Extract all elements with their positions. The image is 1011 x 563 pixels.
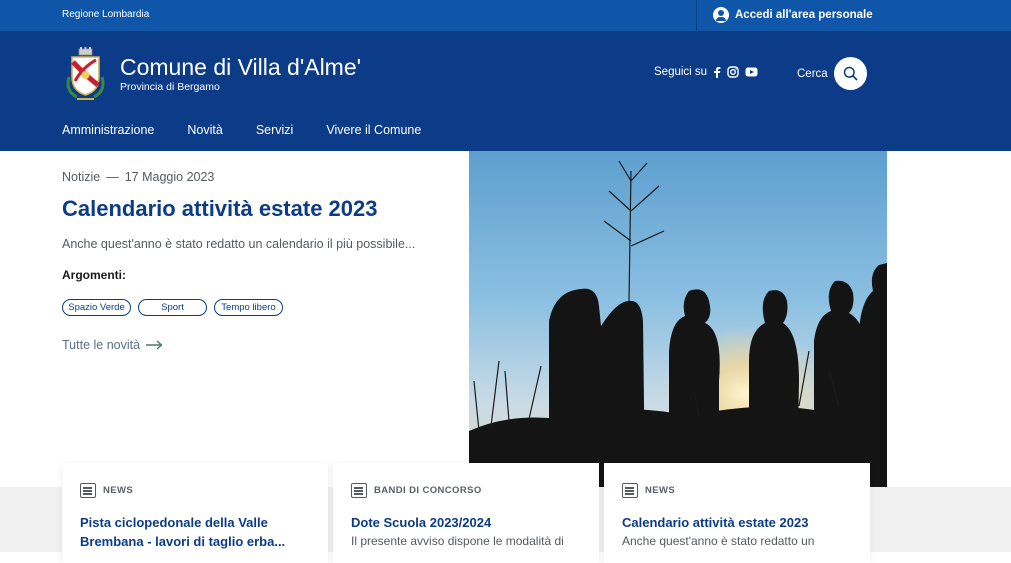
user-icon [713, 7, 729, 23]
nav-item-novita[interactable]: Novità [187, 123, 222, 137]
facebook-icon[interactable] [713, 66, 721, 78]
instagram-icon[interactable] [727, 66, 739, 78]
document-icon [80, 483, 96, 498]
topic-chips: Spazio Verde Sport Tempo libero [62, 299, 283, 316]
all-news-label: Tutte le novità [62, 338, 141, 352]
hero-category[interactable]: Notizie [62, 170, 100, 184]
card-text: Il presente avviso dispone le modalità d… [351, 534, 564, 548]
card-category: NEWS [622, 483, 675, 498]
card-title[interactable]: Dote Scuola 2023/2024 [351, 513, 581, 532]
crest-logo-icon[interactable] [63, 47, 108, 102]
card-title[interactable]: Pista ciclopedonale della Valle Brembana… [80, 513, 310, 551]
social-links: Seguici su [654, 66, 758, 78]
top-bar: Regione Lombardia Accedi all'area person… [0, 0, 1011, 31]
topbar-divider [696, 0, 697, 31]
hero-meta: Notizie — 17 Maggio 2023 [62, 170, 214, 184]
hero-title[interactable]: Calendario attività estate 2023 [62, 196, 377, 222]
news-card[interactable]: BANDI DI CONCORSO Dote Scuola 2023/2024 … [333, 463, 599, 563]
site-header: Comune di Villa d'Alme' Provincia di Ber… [0, 31, 1011, 151]
news-card[interactable]: NEWS Calendario attività estate 2023 Anc… [604, 463, 870, 563]
region-link[interactable]: Regione Lombardia [62, 9, 149, 20]
nav-item-servizi[interactable]: Servizi [256, 123, 294, 137]
card-category-label: BANDI DI CONCORSO [374, 485, 482, 496]
arrow-right-icon [146, 340, 163, 350]
hero-text: Anche quest'anno è stato redatto un cale… [62, 237, 416, 251]
topic-chip-tempo-libero[interactable]: Tempo libero [214, 299, 283, 316]
site-subtitle: Provincia di Bergamo [120, 81, 220, 93]
youtube-icon[interactable] [745, 67, 758, 77]
document-icon [622, 483, 638, 498]
site-title[interactable]: Comune di Villa d'Alme' [120, 54, 361, 81]
login-label: Accedi all'area personale [735, 9, 873, 21]
nav-item-vivere-il-comune[interactable]: Vivere il Comune [326, 123, 421, 137]
nav-item-amministrazione[interactable]: Amministrazione [62, 123, 154, 137]
hero-date: 17 Maggio 2023 [124, 170, 215, 184]
all-news-link[interactable]: Tutte le novità [62, 338, 163, 352]
card-text: Anche quest'anno è stato redatto un [622, 534, 815, 548]
search-label[interactable]: Cerca [797, 68, 828, 80]
card-title[interactable]: Calendario attività estate 2023 [622, 513, 852, 532]
news-card[interactable]: NEWS Pista ciclopedonale della Valle Bre… [62, 463, 328, 563]
search-button[interactable] [834, 57, 867, 90]
card-category-label: NEWS [103, 485, 134, 496]
hero-image [469, 151, 887, 487]
document-icon [351, 483, 367, 498]
topics-label: Argomenti: [62, 268, 126, 282]
card-category: NEWS [80, 483, 133, 498]
search-icon [843, 66, 858, 81]
main-nav: Amministrazione Novità Servizi Vivere il… [62, 123, 454, 137]
topic-chip-spazio-verde[interactable]: Spazio Verde [62, 299, 131, 316]
card-category-label: NEWS [645, 485, 676, 496]
follow-label: Seguici su [654, 66, 708, 78]
topic-chip-sport[interactable]: Sport [138, 299, 207, 316]
meta-separator: — [106, 170, 119, 184]
login-button[interactable]: Accedi all'area personale [713, 7, 873, 23]
card-category: BANDI DI CONCORSO [351, 483, 482, 498]
